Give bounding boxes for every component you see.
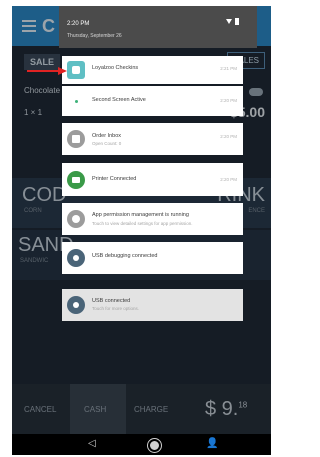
notification-shade: 2:20 PM Thursday, September 26 Loyalzoo … <box>59 6 257 336</box>
battery-icon <box>235 18 239 25</box>
notification-order-inbox[interactable]: Order Inbox Open Count: 0 2:20 PM <box>62 123 243 155</box>
notification-title: Loyalzoo Checkins <box>92 65 139 71</box>
dot-icon <box>75 100 78 103</box>
notification-loyalzoo[interactable]: Loyalzoo Checkins 2:21 PM <box>62 56 243 84</box>
inbox-icon <box>67 130 85 148</box>
notification-usb-debugging[interactable]: USB debugging connected <box>62 242 243 274</box>
notification-second-screen[interactable]: Second Screen Active 2:20 PM <box>62 86 243 116</box>
printer-icon <box>67 171 85 189</box>
loyalty-app-icon <box>67 61 85 79</box>
status-icons <box>226 18 239 25</box>
notification-subtitle: Touch to view detailed settings for app … <box>92 221 193 226</box>
notification-title: Second Screen Active <box>92 97 146 103</box>
wifi-icon <box>226 19 232 24</box>
back-icon[interactable]: ◁ <box>88 438 96 449</box>
annotation-arrow-icon <box>27 67 67 75</box>
android-icon <box>67 249 85 267</box>
notification-subtitle: Touch for more options. <box>92 306 140 311</box>
notification-app-permission[interactable]: App permission management is running Tou… <box>62 203 243 235</box>
notification-title: USB connected <box>92 298 131 304</box>
notification-printer[interactable]: Printer Connected 2:20 PM <box>62 163 243 196</box>
shade-time: 2:20 PM <box>67 21 90 27</box>
device-screen: C ⋮ SALE SALES Chocolate 1 × 1 $5.00 COD… <box>12 6 271 455</box>
notification-title: Order Inbox <box>92 133 122 139</box>
notification-subtitle: Open Count: 0 <box>92 141 122 146</box>
shade-header: 2:20 PM Thursday, September 26 <box>59 6 257 48</box>
notification-time: 2:20 PM <box>220 98 237 103</box>
settings-icon <box>67 210 85 228</box>
user-icon[interactable]: 👤 <box>206 438 218 449</box>
notification-usb-connected[interactable]: USB connected Touch for more options. <box>62 289 243 321</box>
usb-icon <box>67 296 85 314</box>
system-nav-bar: ◁ 👤 <box>12 434 271 455</box>
notification-time: 2:21 PM <box>220 66 237 71</box>
notification-title: USB debugging connected <box>92 253 158 259</box>
home-icon[interactable] <box>148 439 161 452</box>
shade-date: Thursday, September 26 <box>67 33 122 39</box>
notification-title: Printer Connected <box>92 176 137 182</box>
notification-title: App permission management is running <box>92 212 189 218</box>
notification-time: 2:20 PM <box>220 177 237 182</box>
notification-time: 2:20 PM <box>220 134 237 139</box>
